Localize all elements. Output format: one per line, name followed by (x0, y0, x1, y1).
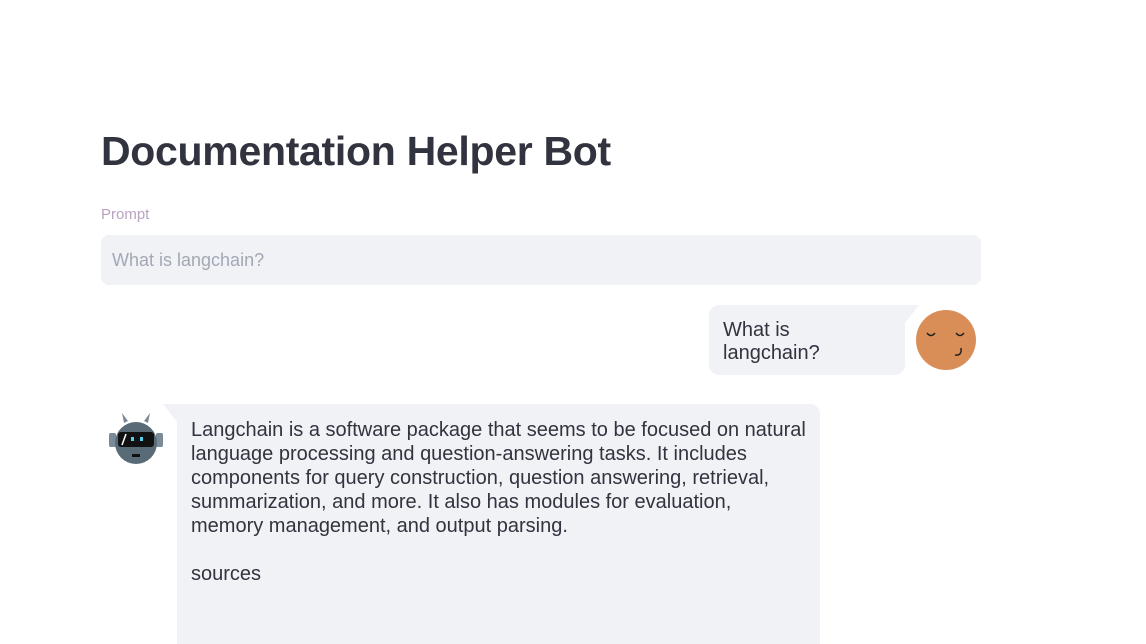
bot-avatar-icon (109, 413, 163, 464)
prompt-input[interactable] (101, 235, 981, 285)
page-title: Documentation Helper Bot (101, 128, 611, 174)
user-message-text: What is langchain? (723, 319, 820, 364)
bot-message-text: Langchain is a software package that see… (191, 419, 806, 537)
user-avatar-icon (916, 310, 976, 370)
prompt-label: Prompt (101, 206, 150, 223)
bot-sources-label: sources (191, 563, 262, 585)
user-message-bubble: What is langchain? (709, 305, 919, 375)
bot-message-bubble: Langchain is a software package that see… (163, 404, 820, 644)
